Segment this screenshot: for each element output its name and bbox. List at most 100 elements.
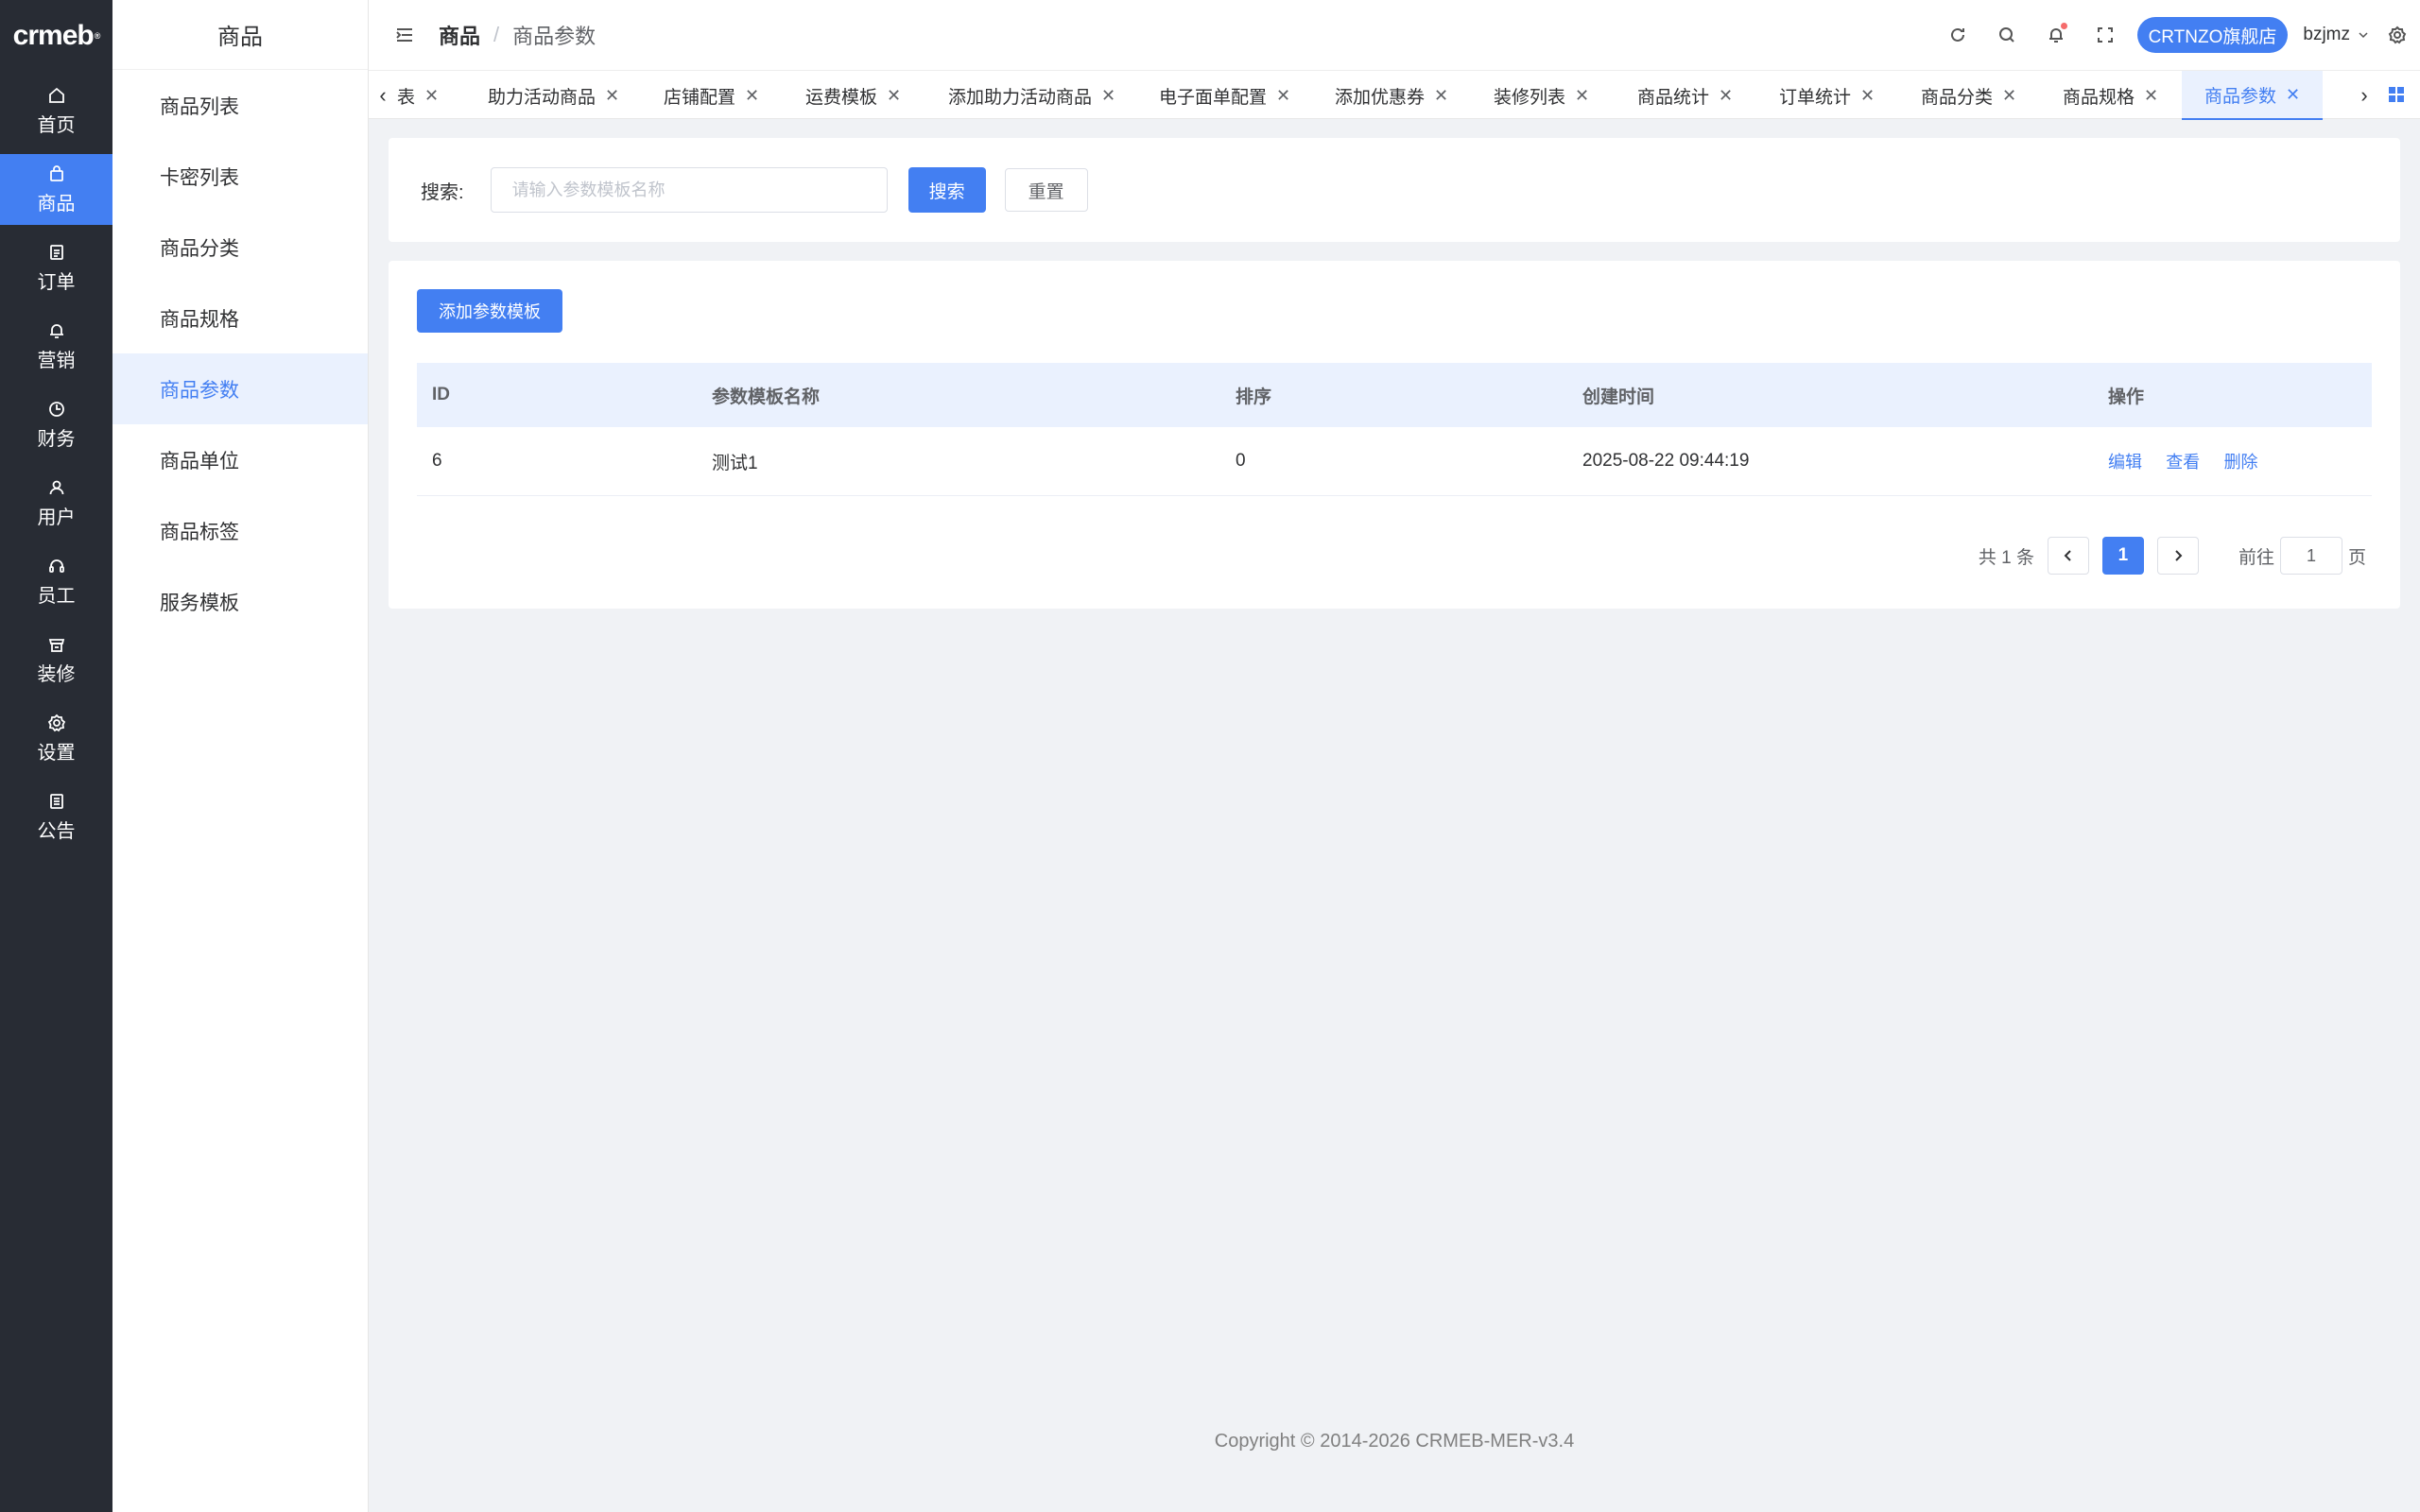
- user-dropdown[interactable]: bzjmz: [2303, 25, 2369, 45]
- submenu-item-product-tags[interactable]: 商品标签: [112, 495, 368, 566]
- add-param-template-button[interactable]: 添加参数模板: [417, 289, 562, 333]
- rail-item-home[interactable]: 首页: [0, 76, 112, 146]
- logo-registered-mark: ®: [94, 30, 101, 41]
- submenu-item-service-template[interactable]: 服务模板: [112, 566, 368, 637]
- cell-sort: 0: [1236, 451, 1246, 471]
- edit-link[interactable]: 编辑: [2108, 453, 2142, 472]
- goto-page-input[interactable]: [2279, 537, 2342, 575]
- close-icon[interactable]: ✕: [887, 86, 901, 106]
- rail-item-product[interactable]: 商品: [0, 154, 112, 225]
- breadcrumb-item-current: 商品参数: [512, 25, 596, 48]
- rail-item-settings[interactable]: 设置: [0, 703, 112, 774]
- submenu-item-product-category[interactable]: 商品分类: [112, 212, 368, 283]
- header-actions: CRTNZO旗舰店 bzjmz: [1946, 0, 2420, 70]
- refresh-icon[interactable]: [1946, 24, 1969, 46]
- tab-item[interactable]: 添加助力活动商品 ✕: [948, 71, 1115, 120]
- rail-item-finance[interactable]: 财务: [0, 389, 112, 460]
- tab-item[interactable]: 添加优惠券 ✕: [1335, 71, 1448, 120]
- cell-created: 2025-08-22 09:44:19: [1582, 451, 1750, 471]
- shop-icon: [46, 634, 67, 655]
- tab-item-active[interactable]: 商品参数 ✕: [2182, 71, 2324, 120]
- prev-page-button[interactable]: [2047, 537, 2089, 575]
- next-page-button[interactable]: [2156, 537, 2199, 575]
- home-icon: [46, 85, 67, 106]
- logo-text: crmeb: [12, 19, 95, 51]
- close-icon[interactable]: ✕: [1719, 86, 1733, 106]
- submenu-item-product-spec[interactable]: 商品规格: [112, 283, 368, 353]
- tab-label: 添加助力活动商品: [948, 87, 1093, 108]
- submenu-item-product-unit[interactable]: 商品单位: [112, 424, 368, 495]
- table-panel: 添加参数模板 ID 参数模板名称 排序 创建时间 操作 6 测试1 0 2025…: [389, 261, 2400, 609]
- rail-item-staff[interactable]: 员工: [0, 546, 112, 617]
- rail-item-label: 公告: [37, 821, 76, 842]
- rail-item-label: 营销: [37, 351, 76, 371]
- close-icon[interactable]: ✕: [2144, 86, 2158, 106]
- search-button[interactable]: 搜索: [908, 167, 986, 213]
- close-icon[interactable]: ✕: [605, 86, 619, 106]
- tab-label: 运费模板: [805, 87, 878, 108]
- tab-label: 电子面单配置: [1159, 87, 1268, 108]
- rail-item-label: 首页: [37, 115, 76, 136]
- tab-item[interactable]: 助力活动商品 ✕: [488, 71, 619, 120]
- tab-label: 商品规格: [2063, 87, 2135, 108]
- rail-item-user[interactable]: 用户: [0, 468, 112, 539]
- close-icon[interactable]: ✕: [745, 86, 759, 106]
- tab-item[interactable]: 订单统计 ✕: [1779, 71, 1875, 120]
- crmeb-logo[interactable]: crmeb ®: [0, 0, 112, 71]
- close-icon[interactable]: ✕: [424, 86, 439, 106]
- tab-label: 装修列表: [1494, 87, 1566, 108]
- close-icon[interactable]: ✕: [1575, 86, 1589, 106]
- submenu-item-product-list[interactable]: 商品列表: [112, 70, 368, 141]
- breadcrumb-item-product[interactable]: 商品: [439, 20, 480, 50]
- search-icon[interactable]: [1996, 24, 2018, 46]
- tab-item[interactable]: 店铺配置 ✕: [664, 71, 759, 120]
- tabs-scroll-right-icon[interactable]: ›: [2350, 71, 2378, 120]
- rail-item-decoration[interactable]: 装修: [0, 625, 112, 696]
- tab-item[interactable]: 表 ✕: [397, 71, 439, 120]
- pagination: 共 1 条 1 前往 页: [1979, 537, 2366, 575]
- tab-item[interactable]: 运费模板 ✕: [805, 71, 901, 120]
- copyright-footer: Copyright © 2014-2026 CRMEB-MER-v3.4: [1214, 1431, 1575, 1452]
- close-icon[interactable]: ✕: [1860, 86, 1875, 106]
- tab-item[interactable]: 电子面单配置 ✕: [1159, 71, 1290, 120]
- tab-item[interactable]: 装修列表 ✕: [1494, 71, 1589, 120]
- rail-item-marketing[interactable]: 营销: [0, 311, 112, 382]
- close-icon[interactable]: ✕: [2286, 85, 2300, 105]
- clock-icon: [46, 399, 67, 420]
- template-name-search-input[interactable]: [490, 167, 888, 213]
- tab-item[interactable]: 商品规格 ✕: [2063, 71, 2158, 120]
- breadcrumb: 商品 / 商品参数: [439, 20, 596, 50]
- delete-link[interactable]: 删除: [2224, 453, 2258, 472]
- menu-fold-icon[interactable]: [393, 24, 416, 46]
- notification-dot: [2060, 23, 2067, 29]
- column-header-created: 创建时间: [1582, 387, 1655, 407]
- rail-item-order[interactable]: 订单: [0, 232, 112, 303]
- table-row: 6 测试1 0 2025-08-22 09:44:19 编辑 查看 删除: [417, 427, 2372, 496]
- close-icon[interactable]: ✕: [2002, 86, 2016, 106]
- store-switch-button[interactable]: CRTNZO旗舰店: [2136, 17, 2289, 53]
- rail-item-label: 财务: [37, 429, 76, 450]
- rail-item-label: 用户: [37, 507, 76, 528]
- rail-item-label: 商品: [37, 194, 76, 215]
- table-header-row: ID 参数模板名称 排序 创建时间 操作: [417, 363, 2372, 427]
- close-icon[interactable]: ✕: [1276, 86, 1290, 106]
- settings-gear-icon[interactable]: [2386, 24, 2409, 46]
- reset-button[interactable]: 重置: [1004, 168, 1088, 212]
- tab-item[interactable]: 商品分类 ✕: [1921, 71, 2016, 120]
- rail-item-notice[interactable]: 公告: [0, 782, 112, 852]
- submenu-item-card-list[interactable]: 卡密列表: [112, 141, 368, 212]
- submenu-item-product-params[interactable]: 商品参数: [112, 353, 368, 424]
- grid-menu-icon[interactable]: [2386, 84, 2407, 105]
- tabs-scroll-left-icon[interactable]: ‹: [369, 71, 397, 120]
- tab-item[interactable]: 商品统计 ✕: [1637, 71, 1733, 120]
- page-number-current[interactable]: 1: [2101, 537, 2144, 575]
- search-label: 搜索:: [421, 181, 464, 203]
- close-icon[interactable]: ✕: [1101, 86, 1115, 106]
- view-link[interactable]: 查看: [2166, 453, 2200, 472]
- column-header-id: ID: [432, 385, 450, 404]
- notification-bell-icon[interactable]: [2045, 23, 2067, 46]
- fullscreen-icon[interactable]: [2094, 24, 2117, 46]
- notice-icon: [46, 791, 67, 812]
- cell-actions: 编辑 查看 删除: [2108, 449, 2277, 473]
- close-icon[interactable]: ✕: [1434, 86, 1448, 106]
